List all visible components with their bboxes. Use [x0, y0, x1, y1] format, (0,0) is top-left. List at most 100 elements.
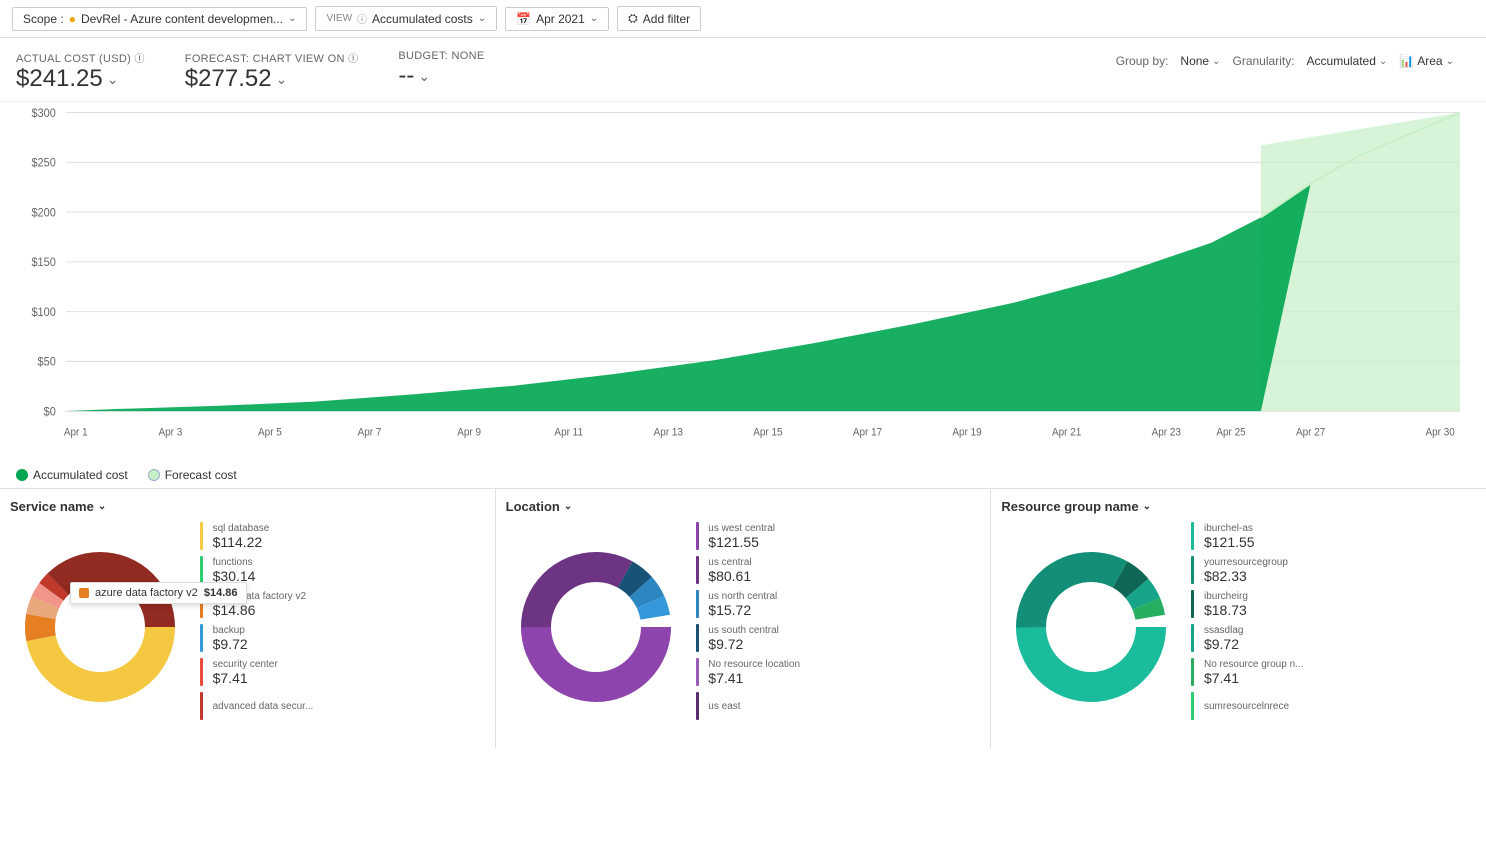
chart-legend: Accumulated cost Forecast cost [0, 462, 1486, 488]
location-donut-svg [516, 547, 676, 707]
svg-text:Apr 15: Apr 15 [753, 427, 783, 438]
svg-text:Apr 23: Apr 23 [1152, 427, 1182, 438]
svg-text:Apr 27: Apr 27 [1296, 427, 1326, 438]
accumulated-dot [16, 469, 28, 481]
group-by-select[interactable]: None ⌄ [1180, 54, 1220, 68]
toolbar: Scope : ● DevRel - Azure content develop… [0, 0, 1486, 38]
service-name-header[interactable]: Service name ⌄ [10, 499, 485, 514]
svg-text:Apr 1: Apr 1 [64, 427, 88, 438]
scope-value: DevRel - Azure content developmen... [81, 12, 283, 26]
list-item: functions $30.14 [200, 556, 485, 584]
chevron-down-icon: ⌄ [107, 71, 119, 88]
view-value: Accumulated costs [372, 12, 473, 26]
panels-row: Service name ⌄ azure data factory v2 $14… [0, 488, 1486, 748]
service-name-panel: Service name ⌄ azure data factory v2 $14… [0, 489, 496, 748]
budget-label: BUDGET: NONE [398, 50, 484, 62]
forecast-cost-label: FORECAST: CHART VIEW ON ⓘ [185, 50, 359, 65]
calendar-icon: 📅 [516, 12, 531, 26]
location-donut [506, 522, 686, 732]
service-name-legend: sql database $114.22 functions $30.14 az… [190, 522, 485, 732]
chevron-down-icon: ⌄ [1143, 501, 1151, 512]
view-button[interactable]: VIEW ⓘ Accumulated costs ⌄ [315, 6, 497, 31]
scope-button[interactable]: Scope : ● DevRel - Azure content develop… [12, 7, 307, 31]
list-item: sumresourcelnrece [1191, 692, 1476, 720]
forecast-label: Forecast cost [165, 468, 237, 482]
service-name-title: Service name [10, 499, 94, 514]
resource-group-header[interactable]: Resource group name ⌄ [1001, 499, 1476, 514]
resource-group-donut [1001, 522, 1181, 732]
list-item: us north central $15.72 [696, 590, 981, 618]
forecast-dot [148, 469, 160, 481]
location-panel: Location ⌄ [496, 489, 992, 748]
accumulated-label: Accumulated cost [33, 468, 128, 482]
scope-icon: ● [69, 12, 76, 26]
location-header[interactable]: Location ⌄ [506, 499, 981, 514]
group-by-label: Group by: [1116, 54, 1169, 68]
svg-text:Apr 17: Apr 17 [853, 427, 883, 438]
service-name-donut: azure data factory v2 $14.86 [10, 522, 190, 732]
actual-cost-label: ACTUAL COST (USD) ⓘ [16, 50, 145, 65]
location-title: Location [506, 499, 560, 514]
area-chart-icon: 📊 [1399, 54, 1414, 68]
svg-text:$50: $50 [38, 356, 56, 368]
resource-group-legend: iburchel-as $121.55 yourresourcegroup $8… [1181, 522, 1476, 732]
resource-group-content: iburchel-as $121.55 yourresourcegroup $8… [1001, 522, 1476, 732]
view-info-icon: ⓘ [357, 11, 367, 26]
list-item: sql database $114.22 [200, 522, 485, 550]
chevron-down-icon: ⌄ [564, 501, 572, 512]
list-item: yourresourcegroup $82.33 [1191, 556, 1476, 584]
budget-block: BUDGET: NONE -- ⌄ [398, 50, 484, 90]
list-item: ssasdlag $9.72 [1191, 624, 1476, 652]
service-tooltip: azure data factory v2 $14.86 [70, 582, 247, 604]
info-icon: ⓘ [134, 54, 144, 65]
resource-group-panel: Resource group name ⌄ [991, 489, 1486, 748]
chevron-down-icon: ⌄ [98, 501, 106, 512]
list-item: advanced data secur... [200, 692, 485, 720]
list-item: iburcheirg $18.73 [1191, 590, 1476, 618]
list-item: backup $9.72 [200, 624, 485, 652]
svg-text:$100: $100 [31, 307, 55, 319]
actual-cost-value: $241.25 ⌄ [16, 65, 145, 93]
svg-text:Apr 13: Apr 13 [654, 427, 684, 438]
list-item: iburchel-as $121.55 [1191, 522, 1476, 550]
budget-value: -- ⌄ [398, 62, 484, 90]
add-filter-label: Add filter [643, 12, 690, 26]
service-donut-svg [20, 547, 180, 707]
granularity-label: Granularity: [1233, 54, 1295, 68]
chevron-down-icon: ⌄ [276, 71, 288, 88]
svg-text:Apr 3: Apr 3 [158, 427, 182, 438]
svg-text:Apr 25: Apr 25 [1216, 427, 1246, 438]
tooltip-color [79, 588, 89, 598]
date-value: Apr 2021 [536, 12, 585, 26]
info-icon: ⓘ [348, 54, 358, 65]
list-item: us central $80.61 [696, 556, 981, 584]
forecast-cost-value: $277.52 ⌄ [185, 65, 359, 93]
metrics-row: ACTUAL COST (USD) ⓘ $241.25 ⌄ FORECAST: … [0, 38, 1486, 102]
date-button[interactable]: 📅 Apr 2021 ⌄ [505, 7, 609, 31]
actual-cost-block: ACTUAL COST (USD) ⓘ $241.25 ⌄ [16, 50, 145, 93]
legend-forecast: Forecast cost [148, 468, 237, 482]
svg-text:Apr 30: Apr 30 [1425, 427, 1455, 438]
chart-controls: Group by: None ⌄ Granularity: Accumulate… [1100, 50, 1470, 72]
svg-text:$300: $300 [31, 108, 55, 120]
resource-group-donut-svg [1011, 547, 1171, 707]
svg-text:$150: $150 [31, 257, 55, 269]
tooltip-text: azure data factory v2 $14.86 [95, 587, 238, 599]
list-item: No resource group n... $7.41 [1191, 658, 1476, 686]
chart-svg: $300 $250 $200 $150 $100 $50 $0 Apr 1 Ap… [16, 102, 1470, 462]
add-filter-button[interactable]: ⛭ Add filter [617, 6, 701, 31]
svg-text:Apr 19: Apr 19 [952, 427, 982, 438]
filter-icon: ⛭ [628, 11, 638, 26]
view-label: VIEW [326, 13, 352, 24]
cost-chart: $300 $250 $200 $150 $100 $50 $0 Apr 1 Ap… [0, 102, 1486, 462]
resource-group-title: Resource group name [1001, 499, 1138, 514]
svg-text:Apr 21: Apr 21 [1052, 427, 1082, 438]
granularity-select[interactable]: Accumulated ⌄ [1307, 54, 1388, 68]
forecast-cost-block: FORECAST: CHART VIEW ON ⓘ $277.52 ⌄ [185, 50, 359, 93]
legend-accumulated: Accumulated cost [16, 468, 128, 482]
chevron-down-icon: ⌄ [590, 13, 598, 24]
chevron-down-icon: ⌄ [288, 13, 296, 24]
svg-text:$200: $200 [31, 207, 55, 219]
svg-text:Apr 9: Apr 9 [457, 427, 481, 438]
chart-type-select[interactable]: 📊 Area ⌄ [1399, 54, 1454, 68]
